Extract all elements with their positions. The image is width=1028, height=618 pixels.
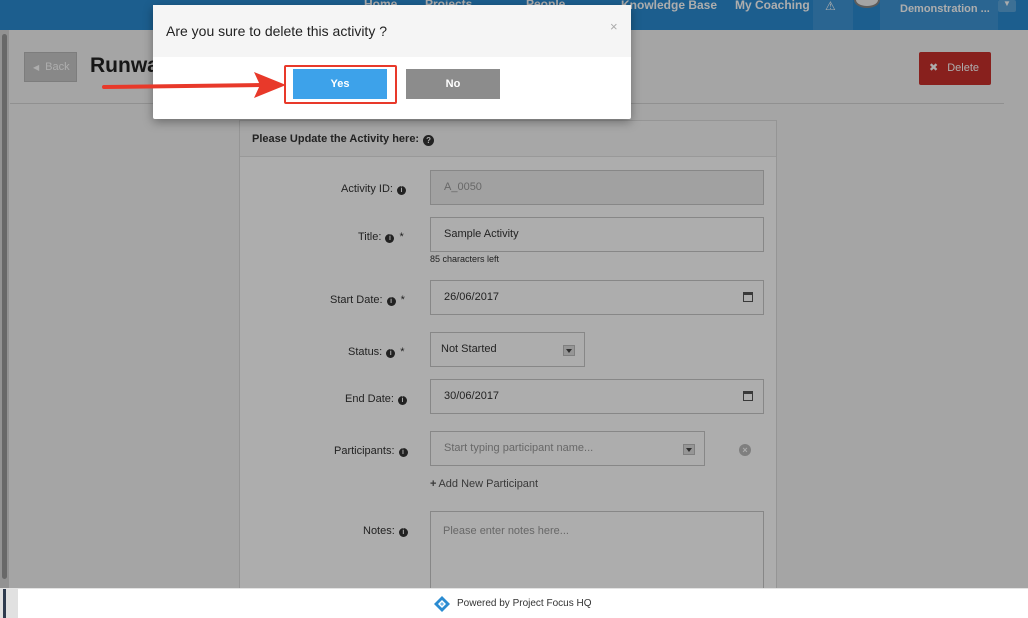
footer: Powered by Project Focus HQ [0, 588, 1028, 618]
pointer-arrow-icon [102, 72, 286, 98]
yes-button[interactable]: Yes [293, 69, 387, 99]
no-button[interactable]: No [406, 69, 500, 99]
footer-text: Powered by Project Focus HQ [457, 598, 592, 609]
dialog-title: Are you sure to delete this activity ? [166, 23, 387, 39]
close-icon[interactable]: × [610, 19, 618, 34]
footer-edge [0, 589, 18, 618]
project-focus-logo-icon [434, 596, 450, 612]
